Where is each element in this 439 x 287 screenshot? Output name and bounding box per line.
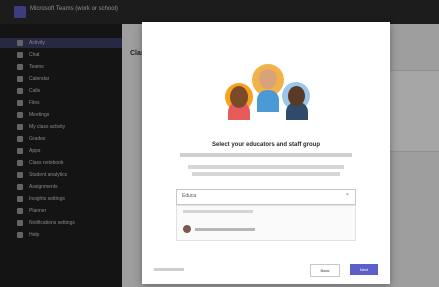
result-row-1[interactable] <box>183 224 347 234</box>
back-button[interactable]: Back <box>310 264 340 277</box>
results-hint-line <box>183 210 253 213</box>
person-body-2 <box>257 90 279 112</box>
footer-link[interactable] <box>154 268 184 271</box>
clear-icon[interactable]: × <box>346 193 351 198</box>
person-face-1 <box>230 86 248 108</box>
dialog-helper-line-2 <box>192 172 340 176</box>
select-group-dialog: Select your educators and staff group Ed… <box>142 22 390 284</box>
next-button[interactable]: Next <box>350 264 378 275</box>
dialog-title: Select your educators and staff group <box>211 142 321 148</box>
dialog-description-line <box>180 153 352 157</box>
person-face-3 <box>288 86 305 106</box>
dialog-helper-line-1 <box>188 165 344 169</box>
group-search-input[interactable]: Educa × <box>176 189 356 205</box>
person-face-2 <box>259 69 277 89</box>
result-text-line <box>195 228 255 231</box>
avatar <box>183 225 191 233</box>
search-value: Educa <box>182 193 197 199</box>
people-illustration <box>220 64 316 122</box>
search-results-panel <box>176 205 356 241</box>
